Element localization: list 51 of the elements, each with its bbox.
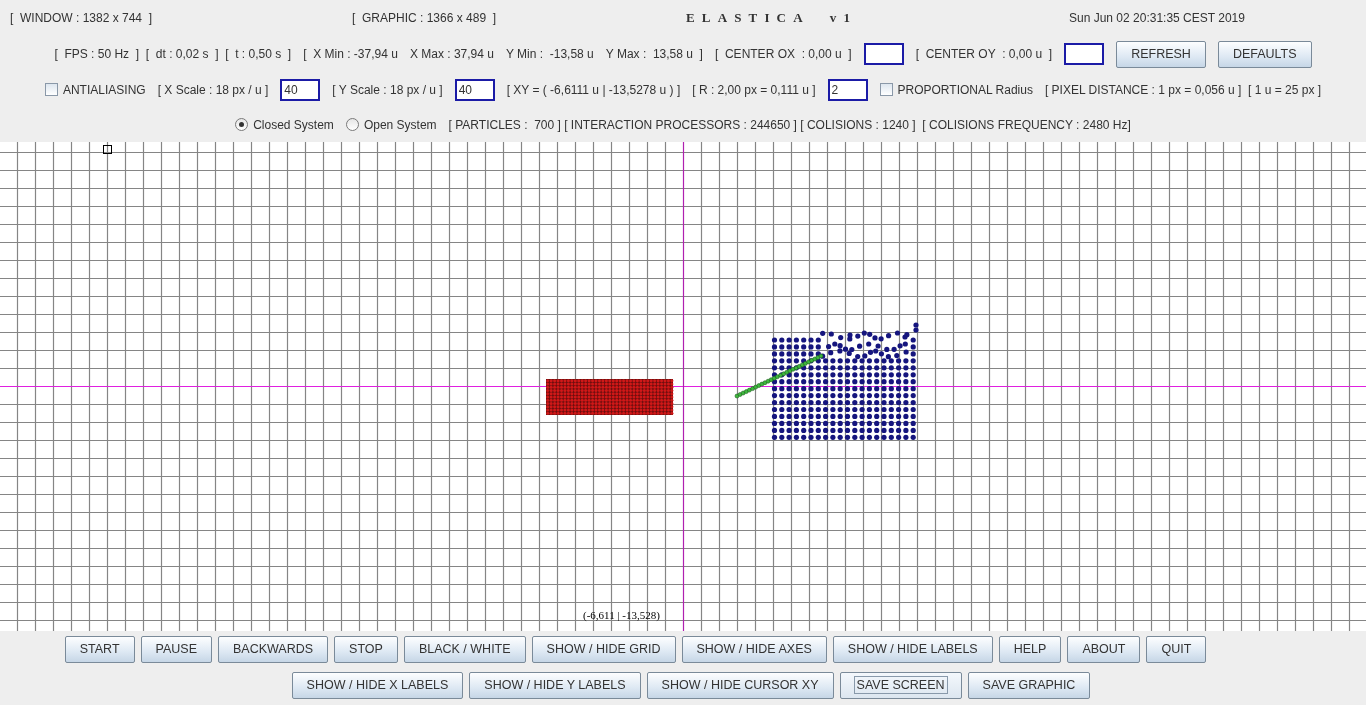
toolbar-button[interactable]: SHOW / HIDE GRID bbox=[531, 635, 676, 663]
toolbar-button[interactable]: SHOW / HIDE CURSOR XY bbox=[646, 671, 834, 699]
date-time-label: Sun Jun 02 20:31:35 CEST 2019 bbox=[1069, 11, 1246, 25]
input-field[interactable]: 2 bbox=[827, 78, 868, 101]
toolbar-button[interactable]: SHOW / HIDE AXES bbox=[681, 635, 827, 663]
checkbox[interactable] bbox=[44, 83, 58, 96]
toolbar-button[interactable]: PAUSE bbox=[140, 635, 212, 663]
info-label: [ PARTICLES : 700 ] [ INTERACTION PROCESSORS : 244650 ] [ COLISIONS : 1240 ] [ COLISIONS FREQUENCY : 2480 Hz] bbox=[448, 117, 1131, 132]
radio-label: Open System bbox=[363, 117, 437, 132]
toolbar-button[interactable]: ABOUT bbox=[1067, 635, 1141, 663]
toolbar-button[interactable]: HELP bbox=[998, 635, 1062, 663]
checkbox-label: ANTIALIASING bbox=[62, 82, 146, 97]
info-label: [ X Min : -37,94 u bbox=[303, 47, 398, 61]
info-label: [ CENTER OX : 0,00 u ] bbox=[714, 47, 852, 61]
info-label: [ R : 2,00 px = 0,111 u ] bbox=[692, 82, 816, 97]
radio-button[interactable] bbox=[345, 118, 359, 131]
toolbar-button[interactable]: START bbox=[64, 635, 135, 663]
radio-button[interactable] bbox=[235, 118, 249, 131]
info-label: [ PIXEL DISTANCE : 1 px = 0,056 u ] [ 1 u = 25 px ] bbox=[1044, 82, 1322, 97]
info-label: [ X Scale : 18 px / u ] bbox=[157, 82, 269, 97]
radio-label: Closed System bbox=[253, 117, 334, 132]
toolbar-button[interactable]: SAVE SCREEN bbox=[839, 671, 962, 699]
toolbar-button[interactable]: DEFAULTS bbox=[1217, 40, 1312, 68]
graphic-size-label: [ GRAPHIC : 1366 x 489 ] bbox=[352, 11, 498, 25]
info-label: X Max : 37,94 u bbox=[409, 47, 494, 61]
input-field[interactable] bbox=[1064, 43, 1105, 65]
toolbar-button[interactable]: QUIT bbox=[1146, 635, 1207, 663]
info-label: [ CENTER OY : 0,00 u ] bbox=[915, 47, 1053, 61]
info-label: Y Min : -13,58 u bbox=[505, 47, 594, 61]
cursor-coordinates-label: (-6,611 | -13,528) bbox=[583, 609, 660, 621]
toolbar-button[interactable]: STOP bbox=[334, 635, 398, 663]
toolbar-button[interactable]: SHOW / HIDE LABELS bbox=[832, 635, 993, 663]
info-label: [ FPS : 50 Hz ] [ dt : 0,02 s ] [ t : 0,50 s ] bbox=[54, 47, 292, 61]
checkbox-label: PROPORTIONAL Radius bbox=[897, 82, 1033, 97]
info-label: Y Max : 13,58 u ] bbox=[605, 47, 703, 61]
plot-canvas[interactable]: (-6,611 | -13,528) bbox=[0, 142, 1366, 631]
toolbar-button[interactable]: SAVE GRAPHIC bbox=[967, 671, 1091, 699]
window-size-label: [ WINDOW : 1382 x 744 ] bbox=[10, 11, 154, 25]
toolbar-button[interactable]: REFRESH bbox=[1116, 40, 1206, 68]
toolbar-button[interactable]: BLACK / WHITE bbox=[403, 635, 526, 663]
input-field[interactable] bbox=[863, 43, 904, 65]
input-field[interactable]: 40 bbox=[454, 78, 495, 101]
app-title: ELASTICA v1 bbox=[686, 10, 859, 26]
info-label: [ XY = ( -6,6111 u | -13,5278 u ) ] bbox=[506, 82, 681, 97]
toolbar-button[interactable]: SHOW / HIDE Y LABELS bbox=[469, 671, 641, 699]
toolbar-button[interactable]: BACKWARDS bbox=[218, 635, 329, 663]
toolbar-button[interactable]: SHOW / HIDE X LABELS bbox=[291, 671, 464, 699]
cursor-marker-icon bbox=[103, 145, 112, 154]
input-field[interactable]: 40 bbox=[280, 78, 321, 101]
checkbox[interactable] bbox=[879, 83, 893, 96]
info-label: [ Y Scale : 18 px / u ] bbox=[332, 82, 443, 97]
